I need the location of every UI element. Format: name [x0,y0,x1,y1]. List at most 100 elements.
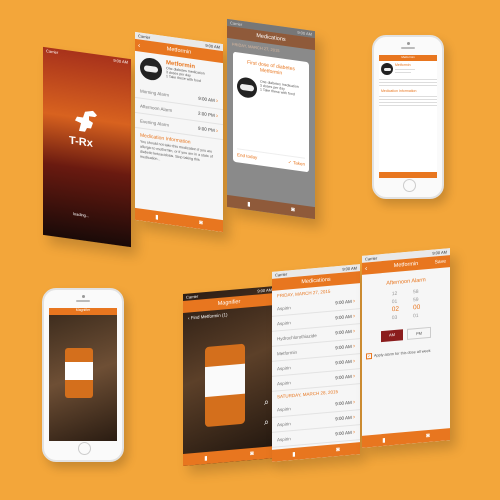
camera-tab-icon[interactable]: ◙ [426,433,430,439]
phone-screen: Metformin Metformin Medication Informati… [379,55,437,178]
nav-title: Metformin [393,260,419,270]
chevron-right-icon: › [216,113,218,120]
chevron-right-icon: › [353,414,355,421]
med-name: Aspirin [277,364,291,371]
save-button[interactable]: Save [435,259,446,266]
alarm-label: Afternoon Alarm [140,103,173,113]
pill-tab-icon[interactable]: ▮ [292,450,295,457]
pill-tab-icon[interactable]: ▮ [204,454,207,461]
chevron-right-icon: › [353,328,355,335]
med-time: 9:00 AM [335,373,352,381]
front-camera [406,42,410,45]
minute-wheel[interactable]: 58 59 00 01 [413,288,420,321]
phone-mockup: Metformin Metformin Medication Informati… [372,35,444,199]
splash-screen: Carrier 9:00 AM T-Rx loading... [43,46,131,248]
camera-tab-icon[interactable]: ◙ [250,451,254,457]
medications-dialog-screen: Carrier 9:00 AM Medications FRIDAY, MARCH… [227,18,315,220]
med-name: Metformin [277,349,298,356]
camera-tab-icon[interactable]: ◙ [291,207,295,214]
alarm-label: Morning Alarm [140,88,170,98]
med-time: 9:00 AM [335,313,352,321]
med-name: Aspirin [277,379,291,386]
hour-option: 03 [391,314,398,322]
med-name: Aspirin [277,405,291,412]
camera-tab-icon[interactable]: ◙ [199,220,203,227]
med-name: Hydrochlorothiazide [277,332,317,341]
nav-title: Magnifier [49,308,117,315]
status-bar: Carrier 9:00 AM [43,47,131,66]
camera-tab-icon[interactable]: ◙ [336,447,340,453]
front-camera [81,295,85,298]
hour-wheel[interactable]: 12 01 02 03 [392,290,399,323]
speaker [76,300,90,302]
tab-bar: ▮ ◙ [362,428,450,448]
zoom-out-icon[interactable]: ⌕ [264,417,269,428]
back-icon[interactable]: ‹ [138,42,140,49]
detail-screen: Carrier 9:00 AM ‹ Metformin Metformin One… [135,31,223,233]
taken-button[interactable]: ✓ Taken [288,159,305,167]
home-button[interactable] [402,179,416,192]
pill-tab-icon[interactable]: ▮ [382,436,385,443]
med-name: Aspirin [277,319,291,326]
chevron-right-icon: › [353,313,355,320]
alarm-dialog: First dose of diabetes Metformin One dia… [233,51,309,173]
end-today-button[interactable]: End today [237,152,257,161]
minute-option: 01 [413,312,419,320]
scanner-screen: Carrier 9:00 AM Magnifier ‹ Find Metformi… [183,285,275,467]
chevron-right-icon: › [353,298,355,305]
nav-title: Metformin [166,46,192,56]
clock-label: 9:00 AM [113,57,128,65]
tab-bar: ▮ ◙ [183,445,275,467]
chevron-right-icon: › [353,358,355,365]
pm-option[interactable]: PM [407,326,431,340]
pill-icon [381,63,393,75]
home-button[interactable] [77,442,91,455]
alarm-label: Evening Alarm [140,118,170,128]
logo-text: T-Rx [69,134,93,150]
pill-tab-icon[interactable]: ▮ [247,200,250,207]
zoom-in-icon[interactable]: ⌕ [264,397,269,408]
alarm-edit-screen: Carrier 9:00 AM ‹ Metformin Save Afternoo… [362,248,450,448]
med-name: Aspirin [277,435,291,442]
chevron-right-icon: › [353,373,355,380]
med-time: 9:00 AM [335,429,352,437]
alarm-time: 9:00 AM [198,95,215,104]
drug-name: Metformin [395,63,411,67]
med-time: 9:00 AM [335,298,352,306]
chevron-right-icon: › [353,343,355,350]
apply-all-week-label: Apply alarm for this dose all week [374,348,431,358]
med-time: 9:00 AM [335,328,352,336]
chevron-right-icon: › [353,429,355,436]
carrier-label: Carrier [46,48,59,55]
nav-title: Medications [256,32,286,44]
med-time: 9:00 AM [335,358,352,366]
checkbox-icon: ✓ [366,352,372,360]
chevron-right-icon: › [353,399,355,406]
med-time: 9:00 AM [335,414,352,422]
chevron-right-icon: › [216,98,218,105]
med-time: 9:00 AM [335,343,352,351]
phone-mockup: Magnifier [42,288,124,462]
med-name: Aspirin [277,304,291,311]
pill-tab-icon[interactable]: ▮ [155,213,158,220]
phone-screen: Magnifier [49,308,117,441]
med-time: 9:00 AM [335,399,352,407]
taken-label: Taken [292,160,305,167]
medications-list-screen: Carrier 9:00 AM Medications FRIDAY, MARCH… [272,264,360,462]
tab-bar: ▮ ◙ [227,194,315,220]
loading-text: loading... [73,211,90,219]
alarm-time: 2:00 PM [197,110,215,119]
find-prompt-label: Find Metformin (1) [190,312,228,321]
pill-icon [140,56,162,82]
med-name: Aspirin [277,420,291,427]
time-picker[interactable]: 12 01 02 03 58 59 00 01 [362,285,450,325]
am-option[interactable]: AM [381,329,403,343]
alarm-time: 9:00 PM [197,125,215,134]
back-icon[interactable]: ‹ [365,265,367,272]
speaker [401,47,415,49]
tab-bar: ▮ ◙ [135,207,223,233]
pill-icon [237,76,257,100]
bottle-image [65,348,93,398]
trex-logo-icon [71,106,101,136]
bottle-image [205,343,245,428]
